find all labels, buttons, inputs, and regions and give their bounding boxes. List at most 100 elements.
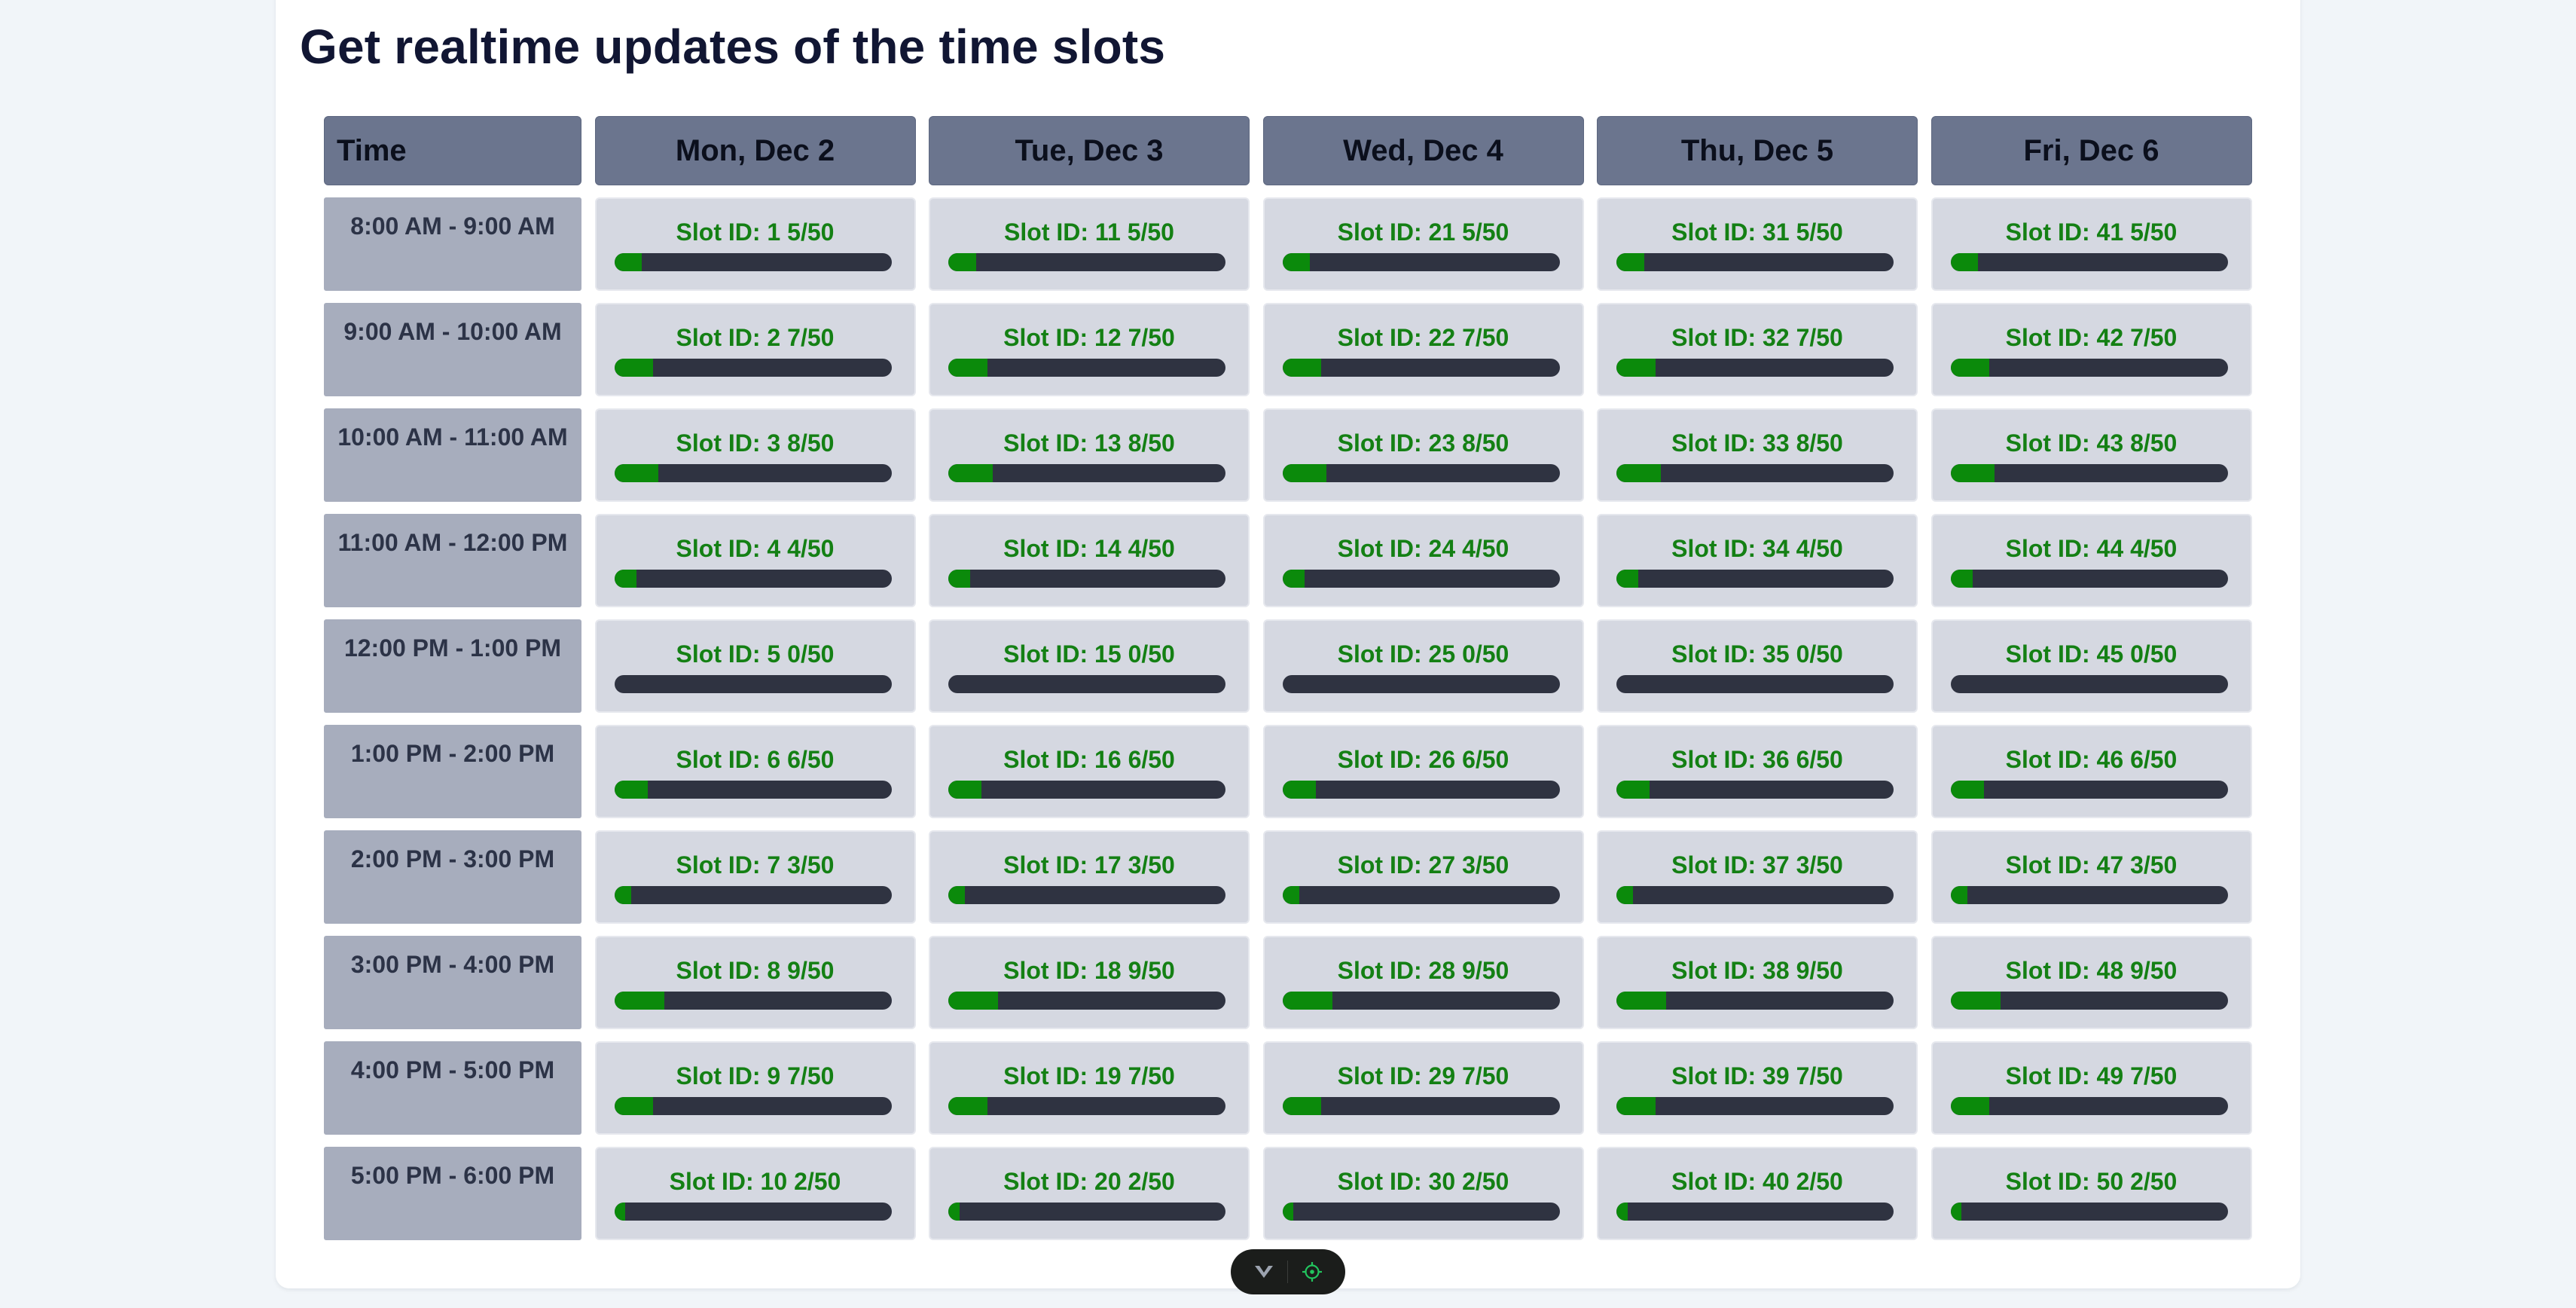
slot-cell[interactable]: Slot ID: 14 4/50 [929,514,1250,607]
slot-cell[interactable]: Slot ID: 28 9/50 [1262,936,1584,1029]
slot-cell[interactable]: Slot ID: 37 3/50 [1597,830,1918,924]
slot-progress-fill [614,570,636,588]
slot-cell[interactable]: Slot ID: 36 6/50 [1597,725,1918,818]
slot-cell[interactable]: Slot ID: 7 3/50 [594,830,916,924]
slot-id: Slot ID: 46 [2005,746,2124,773]
slot-cell[interactable]: Slot ID: 33 8/50 [1597,408,1918,502]
slot-cell[interactable]: Slot ID: 30 2/50 [1262,1147,1584,1240]
slot-progress-bar [1950,253,2228,271]
slot-id: Slot ID: 48 [2005,957,2124,984]
slot-cell[interactable]: Slot ID: 31 5/50 [1597,197,1918,291]
slot-label: Slot ID: 14 4/50 [930,535,1248,562]
slot-cell[interactable]: Slot ID: 45 0/50 [1930,619,2252,713]
slot-count: 5/50 [1127,219,1174,246]
slot-id: Slot ID: 16 [1003,746,1122,773]
slot-cell[interactable]: Slot ID: 43 8/50 [1930,408,2252,502]
slot-cell[interactable]: Slot ID: 21 5/50 [1262,197,1584,291]
slot-cell[interactable]: Slot ID: 17 3/50 [929,830,1250,924]
slot-cell[interactable]: Slot ID: 29 7/50 [1262,1041,1584,1135]
slot-cell[interactable]: Slot ID: 2 7/50 [594,303,916,396]
slot-label: Slot ID: 46 6/50 [1933,746,2251,773]
slot-cell[interactable]: Slot ID: 41 5/50 [1930,197,2252,291]
slot-cell[interactable]: Slot ID: 3 8/50 [594,408,916,502]
slot-cell[interactable]: Slot ID: 18 9/50 [929,936,1250,1029]
slot-cell[interactable]: Slot ID: 13 8/50 [929,408,1250,502]
slot-cell[interactable]: Slot ID: 32 7/50 [1597,303,1918,396]
slot-count: 7/50 [1462,324,1509,351]
slot-cell[interactable]: Slot ID: 27 3/50 [1262,830,1584,924]
slot-cell[interactable]: Slot ID: 46 6/50 [1930,725,2252,818]
slot-id: Slot ID: 25 [1337,640,1456,668]
slot-cell[interactable]: Slot ID: 19 7/50 [929,1041,1250,1135]
slot-progress-bar [1950,1203,2228,1221]
slot-count: 6/50 [2130,746,2178,773]
slot-count: 8/50 [2130,429,2178,457]
slot-cell[interactable]: Slot ID: 48 9/50 [1930,936,2252,1029]
slot-cell[interactable]: Slot ID: 44 4/50 [1930,514,2252,607]
slot-cell[interactable]: Slot ID: 20 2/50 [929,1147,1250,1240]
slot-label: Slot ID: 23 8/50 [1265,429,1583,457]
slot-cell[interactable]: Slot ID: 22 7/50 [1262,303,1584,396]
slot-cell[interactable]: Slot ID: 34 4/50 [1597,514,1918,607]
slot-progress-bar [1616,570,1894,588]
slot-progress-fill [1282,464,1327,482]
slot-cell[interactable]: Slot ID: 12 7/50 [929,303,1250,396]
slot-id: Slot ID: 37 [1671,851,1790,879]
floating-toolbar [1231,1249,1345,1294]
slot-cell[interactable]: Slot ID: 40 2/50 [1597,1147,1918,1240]
slot-id: Slot ID: 24 [1337,535,1456,562]
slot-progress-fill [614,781,648,799]
slot-cell[interactable]: Slot ID: 24 4/50 [1262,514,1584,607]
slot-cell[interactable]: Slot ID: 35 0/50 [1597,619,1918,713]
slot-label: Slot ID: 48 9/50 [1933,957,2251,984]
slot-cell[interactable]: Slot ID: 38 9/50 [1597,936,1918,1029]
collapse-button[interactable] [1245,1253,1283,1291]
slot-count: 9/50 [787,957,835,984]
slot-count: 9/50 [1796,957,1843,984]
slot-cell[interactable]: Slot ID: 8 9/50 [594,936,916,1029]
slot-label: Slot ID: 26 6/50 [1265,746,1583,773]
slot-label: Slot ID: 25 0/50 [1265,640,1583,668]
slot-label: Slot ID: 1 5/50 [597,219,914,246]
slot-progress-fill [1282,992,1332,1010]
locate-button[interactable] [1293,1253,1331,1291]
slot-cell[interactable]: Slot ID: 47 3/50 [1930,830,2252,924]
slot-cell[interactable]: Slot ID: 4 4/50 [594,514,916,607]
slot-cell[interactable]: Slot ID: 1 5/50 [594,197,916,291]
slot-count: 7/50 [2130,1062,2178,1089]
slot-count: 9/50 [1462,957,1509,984]
slot-cell[interactable]: Slot ID: 49 7/50 [1930,1041,2252,1135]
slot-count: 5/50 [2130,219,2178,246]
slot-cell[interactable]: Slot ID: 39 7/50 [1597,1041,1918,1135]
slot-cell[interactable]: Slot ID: 26 6/50 [1262,725,1584,818]
time-column-header: Time [324,116,581,185]
slot-progress-bar [1950,992,2228,1010]
slot-count: 2/50 [1796,1168,1843,1195]
slot-count: 6/50 [1462,746,1509,773]
slot-progress-fill [1950,886,1967,904]
slot-cell[interactable]: Slot ID: 16 6/50 [929,725,1250,818]
slot-label: Slot ID: 50 2/50 [1933,1168,2251,1195]
slot-cell[interactable]: Slot ID: 9 7/50 [594,1041,916,1135]
slot-cell[interactable]: Slot ID: 11 5/50 [929,197,1250,291]
slot-label: Slot ID: 7 3/50 [597,851,914,879]
slot-cell[interactable]: Slot ID: 5 0/50 [594,619,916,713]
slot-cell[interactable]: Slot ID: 25 0/50 [1262,619,1584,713]
slot-label: Slot ID: 44 4/50 [1933,535,2251,562]
slot-progress-fill [1616,359,1656,377]
slot-cell[interactable]: Slot ID: 10 2/50 [594,1147,916,1240]
slot-label: Slot ID: 30 2/50 [1265,1168,1583,1195]
slot-cell[interactable]: Slot ID: 50 2/50 [1930,1147,2252,1240]
slot-id: Slot ID: 33 [1671,429,1790,457]
slot-cell[interactable]: Slot ID: 23 8/50 [1262,408,1584,502]
slot-count: 3/50 [1128,851,1175,879]
slot-id: Slot ID: 2 [676,324,781,351]
slot-id: Slot ID: 12 [1003,324,1122,351]
slot-cell[interactable]: Slot ID: 15 0/50 [929,619,1250,713]
slot-count: 4/50 [1796,535,1843,562]
slot-cell[interactable]: Slot ID: 42 7/50 [1930,303,2252,396]
slot-cell[interactable]: Slot ID: 6 6/50 [594,725,916,818]
chevron-down-icon [1255,1266,1274,1278]
slot-progress-fill [614,992,664,1010]
slot-label: Slot ID: 5 0/50 [597,640,914,668]
